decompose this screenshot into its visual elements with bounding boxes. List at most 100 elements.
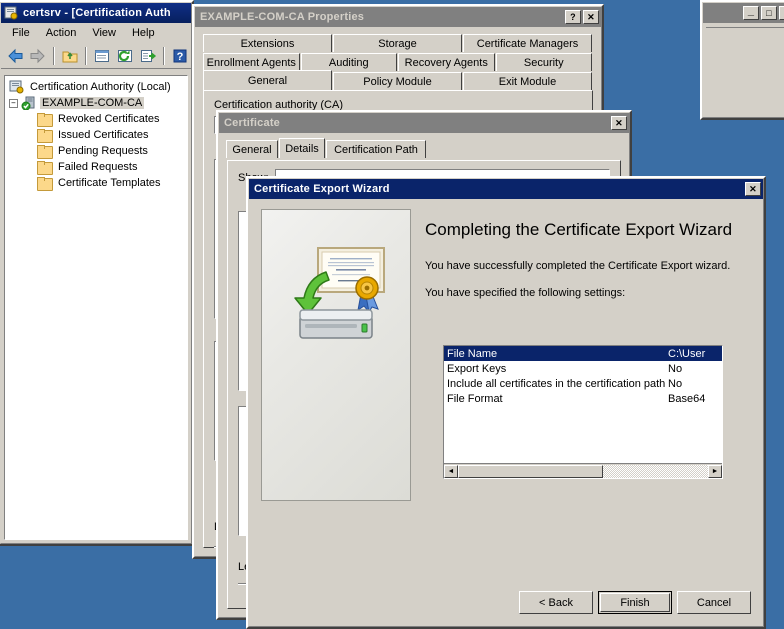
setting-value: C:\User [668,347,706,360]
ca-root-icon [9,80,25,94]
console-tree-pane[interactable]: Certification Authority (Local) – EXAMPL… [4,75,188,540]
minimize-button[interactable]: _ [743,6,759,20]
certificate-tabstrip[interactable]: General Details Certification Path [226,138,622,158]
tab-recovery-agents[interactable]: Recovery Agents [398,53,495,71]
tree-item-label: Issued Certificates [58,129,149,141]
tree-item-label: Failed Requests [58,161,138,173]
wizard-title: Certificate Export Wizard [254,183,390,195]
folder-icon [37,161,53,175]
setting-value: Base64 [668,392,706,405]
tree-item-ca[interactable]: – EXAMPLE-COM-CA [5,95,187,111]
tree-item-revoked-certificates[interactable]: Revoked Certificates [5,111,187,127]
help-icon[interactable]: ? [169,45,191,66]
tab-auditing[interactable]: Auditing [300,53,397,71]
wizard-settings-intro: You have specified the following setting… [425,286,626,299]
folder-icon [37,177,53,191]
background-window-titlebar[interactable]: _ □ ✕ [703,3,784,23]
tab-storage[interactable]: Storage [333,34,462,52]
back-button[interactable]: < Back [519,591,593,614]
list-item[interactable]: File Format Base64 [444,391,722,406]
tab-enrollment-agents[interactable]: Enrollment Agents [203,53,300,71]
setting-key: Include all certificates in the certific… [447,377,666,390]
collapse-toggle-icon[interactable]: – [9,98,18,108]
menu-help[interactable]: Help [125,25,162,41]
close-button[interactable]: ✕ [583,10,599,24]
wizard-heading: Completing the Certificate Export Wizard [425,220,733,239]
certificate-titlebar[interactable]: Certificate ✕ [219,113,629,133]
main-window-titlebar[interactable]: certsrv - [Certification Auth [1,3,191,23]
wizard-body: Completing the Certificate Export Wizard… [249,199,763,626]
properties-tabrow-2: Enrollment Agents Auditing Recovery Agen… [203,52,593,71]
ca-server-icon [21,96,37,111]
scrollbar-track[interactable] [458,464,708,478]
tab-exit-module[interactable]: Exit Module [463,72,592,90]
maximize-button[interactable]: □ [761,6,777,20]
tree-item-root[interactable]: Certification Authority (Local) [5,79,187,95]
close-button[interactable]: ✕ [745,182,761,196]
tab-general[interactable]: General [203,70,332,90]
scrollbar-thumb[interactable] [458,464,603,478]
certificate-export-wizard[interactable]: Certificate Export Wizard ✕ Completing t… [246,176,766,629]
tab-security[interactable]: Security [495,53,592,71]
tree-item-label: Revoked Certificates [58,113,160,125]
tree-item-failed-requests[interactable]: Failed Requests [5,159,187,175]
tab-extensions[interactable]: Extensions [203,34,332,52]
tab-certificate-managers[interactable]: Certificate Managers [463,34,592,52]
properties-tabrow-1: Extensions Storage Certificate Managers [203,33,593,52]
list-item[interactable]: Export Keys No [444,361,722,376]
list-item[interactable]: Include all certificates in the certific… [444,376,722,391]
wizard-success-text: You have successfully completed the Cert… [425,259,731,272]
refresh-icon[interactable] [114,45,136,66]
horizontal-scrollbar[interactable]: ◄ ► [444,463,722,478]
tab-general[interactable]: General [226,140,278,158]
svg-text:?: ? [177,51,184,63]
wizard-button-row: < Back Finish Cancel [519,591,751,614]
menu-file[interactable]: File [5,25,37,41]
certsrv-main-window[interactable]: certsrv - [Certification Auth File Actio… [0,0,194,546]
properties-icon[interactable] [91,45,113,66]
setting-value: No [668,362,683,375]
up-one-level-icon[interactable] [59,45,81,66]
help-button[interactable]: ? [565,10,581,24]
tree-item-pending-requests[interactable]: Pending Requests [5,143,187,159]
tree-item-certificate-templates[interactable]: Certificate Templates [5,175,187,191]
folder-icon [37,129,53,143]
main-window-title: certsrv - [Certification Auth [23,7,171,19]
setting-key: Export Keys [447,362,507,375]
tree-item-label: Certificate Templates [58,177,161,189]
tab-certification-path[interactable]: Certification Path [326,140,426,158]
background-window-body [706,27,784,114]
wizard-titlebar[interactable]: Certificate Export Wizard ✕ [249,179,763,199]
close-button[interactable]: ✕ [611,116,627,130]
main-menubar[interactable]: File Action View Help [1,23,191,43]
certsrv-icon [4,6,18,20]
tree-item-issued-certificates[interactable]: Issued Certificates [5,127,187,143]
finish-button[interactable]: Finish [598,591,672,614]
main-toolbar[interactable]: ? [1,43,191,69]
setting-value: No [668,377,683,390]
scroll-right-icon[interactable]: ► [708,464,722,478]
close-button[interactable]: ✕ [779,6,784,20]
properties-tabstrip[interactable]: Extensions Storage Certificate Managers … [203,33,593,90]
menu-action[interactable]: Action [39,25,84,41]
toolbar-separator [53,46,55,65]
tree-item-ca-label: EXAMPLE-COM-CA [40,97,145,109]
properties-tabrow-3: General Policy Module Exit Module [203,70,593,90]
forward-icon[interactable] [27,45,49,66]
tab-details[interactable]: Details [279,138,325,158]
properties-title: EXAMPLE-COM-CA Properties [200,11,365,23]
menu-view[interactable]: View [85,25,123,41]
scroll-left-icon[interactable]: ◄ [444,464,458,478]
certificate-export-banner-icon [261,209,411,501]
toolbar-separator [85,46,87,65]
back-icon[interactable] [4,45,26,66]
folder-icon [37,113,53,127]
tree-item-label: Pending Requests [58,145,148,157]
list-item[interactable]: File Name C:\User [444,346,722,361]
tab-policy-module[interactable]: Policy Module [333,72,462,90]
cancel-button[interactable]: Cancel [677,591,751,614]
export-settings-listbox[interactable]: File Name C:\User Export Keys No Include… [443,345,723,479]
export-list-icon[interactable] [137,45,159,66]
background-window[interactable]: _ □ ✕ [700,0,784,120]
properties-titlebar[interactable]: EXAMPLE-COM-CA Properties ? ✕ [195,7,601,27]
